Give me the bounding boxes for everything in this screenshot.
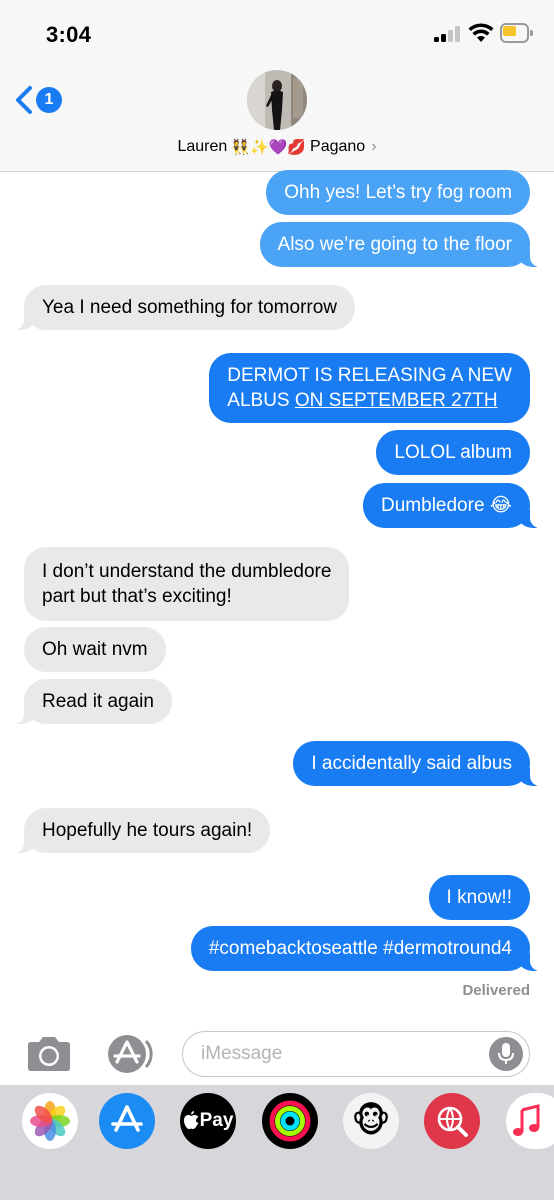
chevron-left-icon xyxy=(16,86,32,114)
contact-emoji-sequence: 👯✨💜💋 xyxy=(231,139,307,156)
microphone-button[interactable] xyxy=(489,1037,523,1071)
globe-search-icon xyxy=(437,1106,468,1137)
message-input-field[interactable] xyxy=(182,1031,530,1077)
message-text: I know!! xyxy=(446,887,512,908)
sent-message[interactable]: Dumbledore 😂 xyxy=(363,483,540,528)
chevron-right-icon: › xyxy=(371,138,377,155)
message-text: part but that’s exciting! xyxy=(42,586,232,607)
activity-rings-icon xyxy=(269,1100,311,1142)
conversation-header: 1 Lauren 👯✨💜💋 Pagano › xyxy=(0,70,554,172)
sent-message[interactable]: Also we’re going to the floor xyxy=(259,222,541,267)
message-text: I don’t understand the dumbledore xyxy=(42,561,332,582)
message-text: Oh wait nvm xyxy=(42,639,148,660)
app-store-app-button[interactable] xyxy=(99,1093,155,1149)
contact-avatar[interactable] xyxy=(247,70,307,130)
message-text: DERMOT IS RELEASING A NEW xyxy=(227,365,512,386)
message-text: Ohh yes! Let’s try fog room xyxy=(284,182,512,203)
sent-message[interactable]: Ohh yes! Let’s try fog room xyxy=(266,170,530,215)
message-text: ALBUS xyxy=(227,390,295,411)
message-text: Also we’re going to the floor xyxy=(277,234,512,255)
delivered-status: Delivered xyxy=(462,982,530,999)
received-message[interactable]: Oh wait nvm xyxy=(24,627,166,672)
app-store-icon xyxy=(111,1105,143,1132)
monkey-icon: 🐵 xyxy=(351,1102,391,1140)
message-input[interactable] xyxy=(201,1032,481,1075)
photos-icon xyxy=(30,1101,70,1141)
compose-bar xyxy=(0,1003,554,1085)
camera-icon[interactable] xyxy=(24,1035,74,1073)
contact-last-name: Pagano xyxy=(310,138,366,155)
web-search-app-button[interactable] xyxy=(424,1093,480,1149)
app-store-icon[interactable] xyxy=(104,1033,156,1075)
received-message[interactable]: Read it again xyxy=(14,679,172,724)
message-text: I accidentally said albus xyxy=(311,753,512,774)
unread-badge: 1 xyxy=(36,87,62,113)
received-message[interactable]: Hopefully he tours again! xyxy=(13,808,271,853)
apple-pay-label: Pay xyxy=(199,1110,234,1131)
music-app-button[interactable] xyxy=(506,1093,554,1149)
activity-app-button[interactable] xyxy=(262,1093,318,1149)
wifi-icon xyxy=(468,23,494,42)
apple-pay-button[interactable]: Pay xyxy=(180,1093,236,1149)
contact-name[interactable]: Lauren 👯✨💜💋 Pagano › xyxy=(0,138,554,156)
message-list[interactable]: Ohh yes! Let’s try fog room Also we’re g… xyxy=(0,170,554,1003)
received-message[interactable]: I don’t understand the dumbledore part b… xyxy=(24,547,350,621)
status-bar: 3:04 xyxy=(0,0,554,70)
sent-message[interactable]: I accidentally said albus xyxy=(293,741,540,786)
microphone-icon xyxy=(498,1043,514,1064)
message-text: Dumbledore 😂 xyxy=(381,495,512,516)
cellular-signal-icon xyxy=(434,26,462,42)
contact-first-name: Lauren xyxy=(177,138,228,155)
message-text: Hopefully he tours again! xyxy=(42,820,253,841)
sent-message[interactable]: #comebacktoseattle #dermotround4 xyxy=(190,926,541,971)
photos-app-button[interactable] xyxy=(22,1093,78,1149)
back-button[interactable]: 1 xyxy=(14,82,74,118)
message-text: #comebacktoseattle #dermotround4 xyxy=(208,938,512,959)
message-text: Yea I need something for tomorrow xyxy=(42,297,338,318)
battery-icon xyxy=(500,23,533,43)
received-message[interactable]: Yea I need something for tomorrow xyxy=(13,285,356,330)
sent-message[interactable]: DERMOT IS RELEASING A NEW ALBUS ON SEPTE… xyxy=(209,353,530,423)
sent-message[interactable]: I know!! xyxy=(428,875,530,920)
message-text: LOLOL album xyxy=(394,442,512,463)
date-link[interactable]: ON SEPTEMBER 27TH xyxy=(295,390,498,411)
message-text: Read it again xyxy=(42,691,154,712)
imessage-app-drawer: Pay 🐵 xyxy=(0,1085,554,1200)
sent-message[interactable]: LOLOL album xyxy=(376,430,530,475)
status-time: 3:04 xyxy=(46,22,92,47)
apple-logo-icon xyxy=(183,1110,199,1129)
memoji-app-button[interactable]: 🐵 xyxy=(343,1093,399,1149)
music-note-icon xyxy=(513,1104,540,1136)
